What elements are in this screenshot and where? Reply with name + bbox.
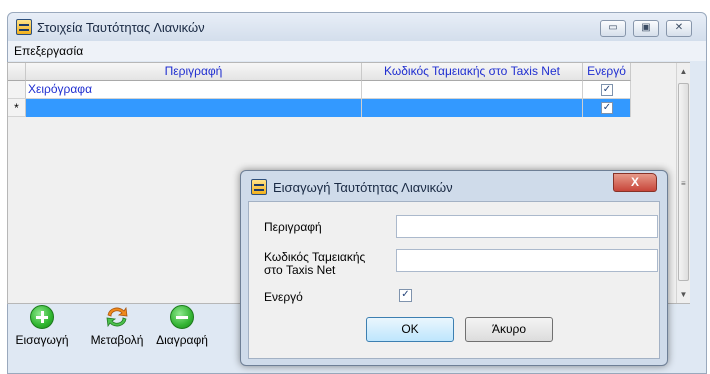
form-icon	[16, 19, 32, 35]
code-label-line2: στο Taxis Net	[264, 263, 336, 277]
ok-button[interactable]: OK	[366, 317, 454, 342]
insert-label: Εισαγωγή	[15, 333, 69, 347]
table-row[interactable]: Χειρόγραφα ✓	[26, 81, 631, 99]
dialog-body: Περιγραφή Κωδικός Ταμειακής στο Taxis Ne…	[248, 201, 660, 359]
minimize-icon: ▭	[608, 22, 618, 33]
plus-circle-icon	[30, 305, 54, 329]
table-row[interactable]: ✓	[26, 99, 631, 117]
insert-dialog: Εισαγωγή Ταυτότητας Λιανικών X Περιγραφή…	[240, 170, 668, 366]
close-button[interactable]: ✕	[666, 20, 692, 37]
active-checkbox[interactable]: ✓	[601, 84, 613, 96]
row-indicator[interactable]: *	[8, 99, 26, 117]
active-label: Ενεργό	[264, 290, 303, 304]
dialog-title: Εισαγωγή Ταυτότητας Λιανικών	[273, 180, 453, 195]
maximize-icon: ▣	[641, 22, 651, 33]
check-icon: ✓	[401, 289, 410, 300]
column-header-code[interactable]: Κωδικός Ταμειακής στο Taxis Net	[362, 63, 583, 81]
cancel-button[interactable]: Άκυρο	[465, 317, 553, 342]
minimize-button[interactable]: ▭	[600, 20, 626, 37]
cell-active[interactable]: ✓	[583, 99, 631, 117]
cell-description[interactable]	[26, 99, 362, 117]
insert-button[interactable]: Εισαγωγή	[12, 305, 72, 347]
window-title: Στοιχεία Ταυτότητας Λιανικών	[37, 20, 205, 35]
cell-code[interactable]	[362, 99, 583, 117]
row-header-corner	[8, 63, 26, 81]
maximize-button[interactable]: ▣	[633, 20, 659, 37]
column-header-active[interactable]: Ενεργό	[583, 63, 631, 81]
check-icon: ✓	[602, 102, 612, 113]
cell-active[interactable]: ✓	[583, 81, 631, 99]
form-icon	[251, 179, 267, 195]
scroll-thumb[interactable]: ≡	[678, 83, 689, 281]
cell-code[interactable]	[362, 81, 583, 99]
row-indicator[interactable]	[8, 81, 26, 99]
modify-button[interactable]: Μεταβολή	[83, 305, 151, 347]
scroll-down-icon[interactable]: ▼	[677, 288, 690, 302]
title-bar: Στοιχεία Ταυτότητας Λιανικών ▭ ▣ ✕	[8, 13, 706, 41]
cell-description[interactable]: Χειρόγραφα	[26, 81, 362, 99]
grip-icon: ≡	[681, 179, 686, 188]
active-checkbox[interactable]: ✓	[399, 289, 412, 302]
scroll-up-icon[interactable]: ▲	[677, 65, 690, 79]
active-checkbox[interactable]: ✓	[601, 102, 613, 114]
delete-label: Διαγραφή	[156, 333, 208, 347]
code-input[interactable]	[396, 249, 658, 272]
code-label-line1: Κωδικός Ταμειακής	[264, 250, 366, 264]
menu-edit[interactable]: Επεξεργασία	[14, 44, 83, 58]
vertical-scrollbar[interactable]: ▲ ≡ ▼	[676, 63, 690, 303]
close-icon: ✕	[674, 22, 684, 33]
column-header-description[interactable]: Περιγραφή	[26, 63, 362, 81]
description-label: Περιγραφή	[264, 220, 322, 234]
delete-button[interactable]: Διαγραφή	[151, 305, 213, 347]
description-input[interactable]	[396, 215, 658, 238]
minus-circle-icon	[170, 305, 194, 329]
close-icon: X	[630, 175, 639, 189]
menu-bar: Επεξεργασία	[8, 41, 706, 61]
check-icon: ✓	[602, 84, 612, 95]
dialog-close-button[interactable]: X	[613, 173, 657, 192]
refresh-arrows-icon	[104, 305, 130, 329]
modify-label: Μεταβολή	[90, 333, 144, 347]
